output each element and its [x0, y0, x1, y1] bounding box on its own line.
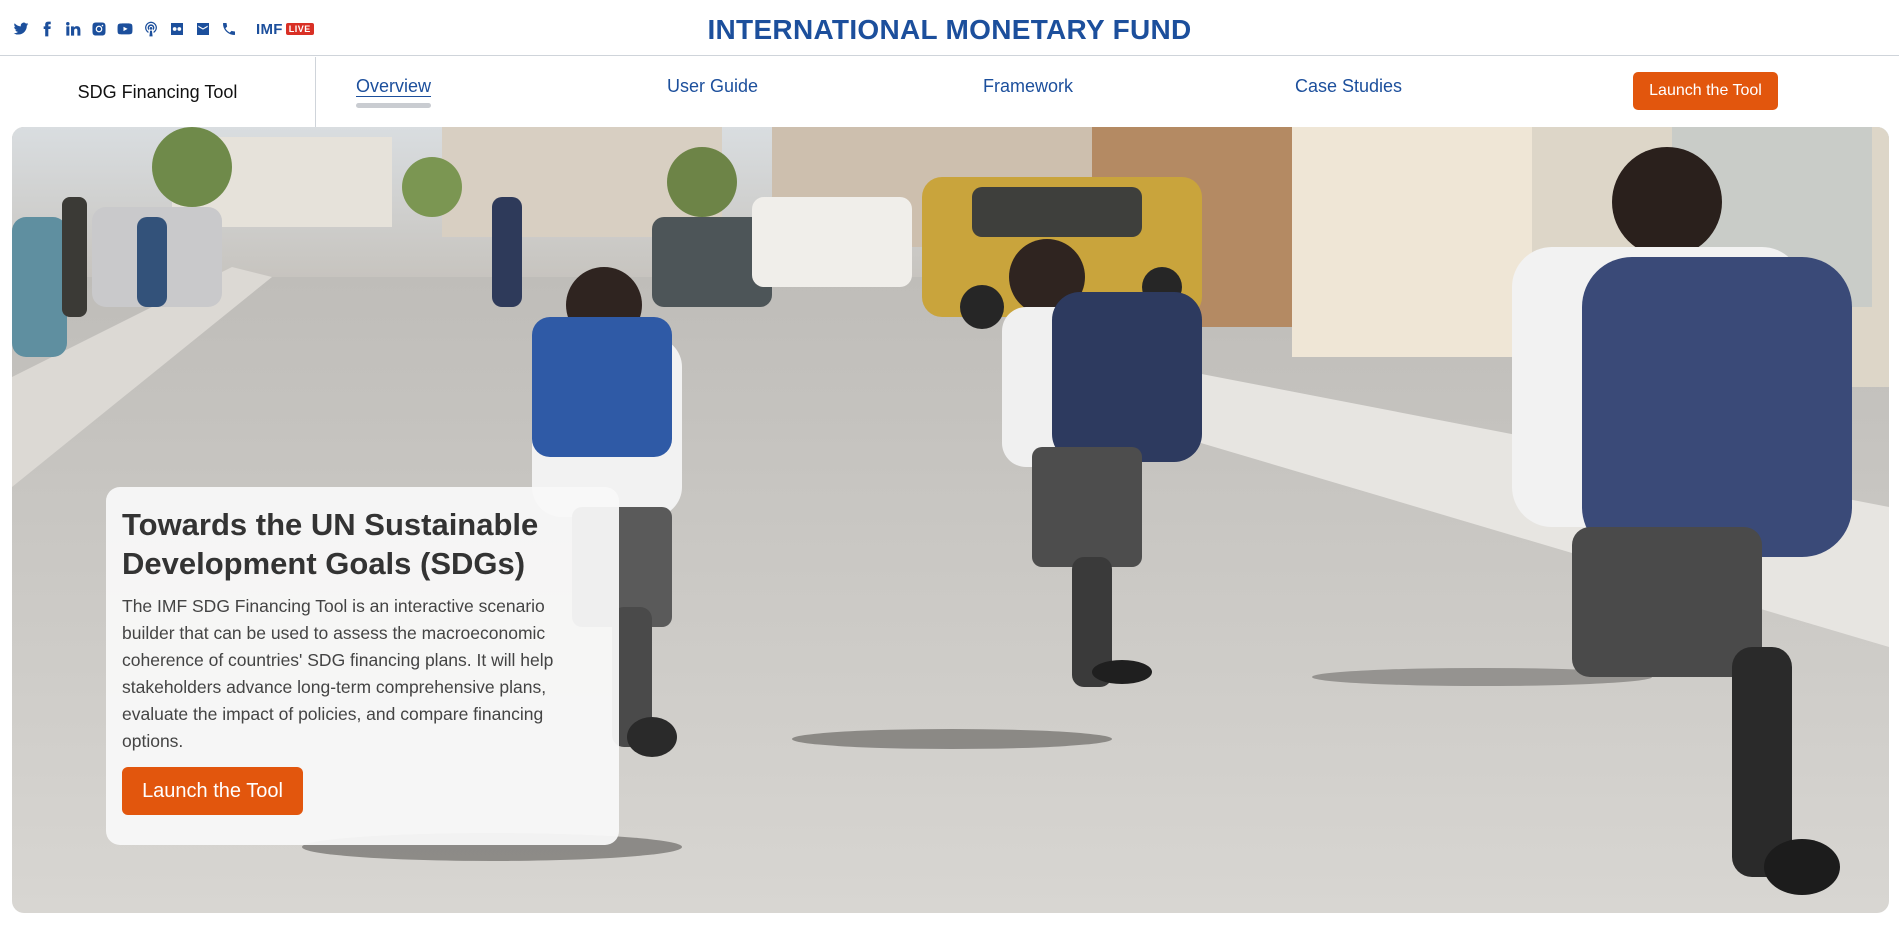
hero-card: Towards the UN Sustainable Development G… [106, 487, 619, 845]
nav-link-case-studies[interactable]: Case Studies [1295, 76, 1402, 97]
nav-link-user-guide[interactable]: User Guide [667, 76, 758, 97]
hero-title: Towards the UN Sustainable Development G… [122, 507, 539, 581]
top-bar: IMF LIVE INTERNATIONAL MONETARY FUND [0, 0, 1899, 56]
hero-launch-button[interactable]: Launch the Tool [122, 767, 303, 815]
nav-link-framework[interactable]: Framework [983, 76, 1073, 97]
hero-banner: Towards the UN Sustainable Development G… [12, 127, 1889, 913]
site-title[interactable]: INTERNATIONAL MONETARY FUND [0, 14, 1899, 46]
nav-link-overview[interactable]: Overview [356, 76, 432, 108]
hero-description: The IMF SDG Financing Tool is an interac… [122, 596, 554, 751]
product-name[interactable]: SDG Financing Tool [0, 57, 316, 127]
nav-launch-button[interactable]: Launch the Tool [1633, 72, 1778, 110]
main-nav: SDG Financing Tool Overview User Guide F… [0, 57, 1899, 127]
